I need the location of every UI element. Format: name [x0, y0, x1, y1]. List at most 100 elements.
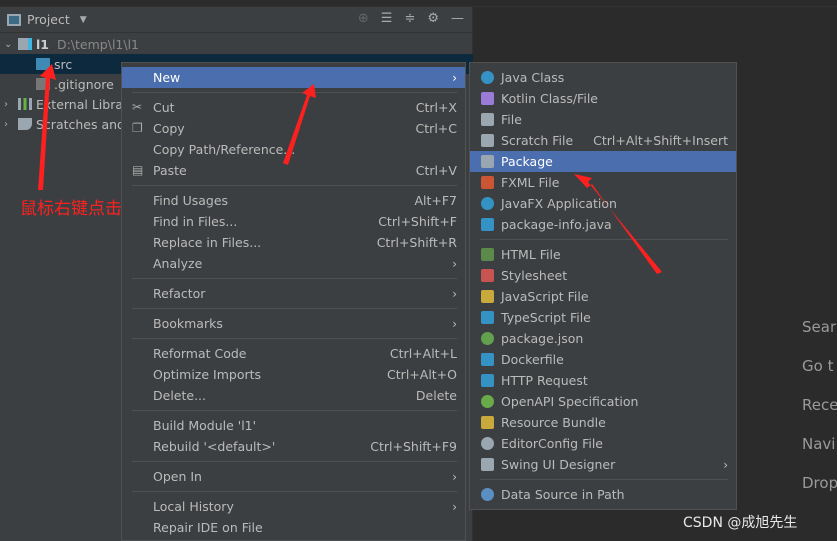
menu-item-kotlin-class-file[interactable]: Kotlin Class/File — [470, 88, 736, 109]
menu-item-label: Cut — [153, 100, 175, 115]
locate-icon[interactable]: ⊕ — [358, 11, 369, 26]
tree-item-label: .gitignore — [54, 76, 114, 92]
menu-item-fxml-file[interactable]: FXML File — [470, 172, 736, 193]
menu-item-http-request[interactable]: HTTP Request — [470, 370, 736, 391]
menu-item-local-history[interactable]: Local History › — [122, 496, 465, 517]
menu-item-html-file[interactable]: HTML File — [470, 244, 736, 265]
chevron-right-icon: › — [452, 70, 457, 85]
menu-item-scratch-file[interactable]: Scratch File Ctrl+Alt+Shift+Insert — [470, 130, 736, 151]
menu-separator — [122, 88, 465, 97]
menu-item-bookmarks[interactable]: Bookmarks › — [122, 313, 465, 334]
menu-item-repair-ide-on-file[interactable]: Repair IDE on File — [122, 517, 465, 538]
chevron-right-icon[interactable]: › — [4, 119, 8, 130]
collapse-all-icon[interactable]: ≑ — [404, 11, 415, 26]
annotation-text: 鼠标右键点击 — [20, 199, 122, 219]
menu-item-swing-ui-designer[interactable]: Swing UI Designer › — [470, 454, 736, 475]
shortcut-label: Ctrl+Shift+R — [376, 235, 457, 250]
menu-item-resource-bundle[interactable]: Resource Bundle — [470, 412, 736, 433]
hint-search: Sear — [802, 318, 837, 336]
hint-drop: Drop — [802, 474, 837, 492]
javafx-icon — [481, 197, 494, 210]
menu-separator — [122, 181, 465, 190]
shortcut-label: Ctrl+V — [415, 163, 457, 178]
menu-item-label: Replace in Files... — [153, 235, 262, 250]
menu-item-package-json[interactable]: package.json — [470, 328, 736, 349]
shortcut-label: Ctrl+X — [415, 100, 457, 115]
hint-navigation: Navi — [802, 435, 836, 453]
menu-item-dockerfile[interactable]: Dockerfile — [470, 349, 736, 370]
menu-item-new[interactable]: New › — [122, 67, 465, 88]
chevron-down-icon[interactable]: ▼ — [80, 15, 87, 25]
menu-item-editorconfig-file[interactable]: EditorConfig File — [470, 433, 736, 454]
chevron-right-icon[interactable]: › — [4, 99, 8, 110]
menu-item-refactor[interactable]: Refactor › — [122, 283, 465, 304]
menu-item-build-module-l1[interactable]: Build Module 'l1' — [122, 415, 465, 436]
menu-item-label: TypeScript File — [501, 310, 591, 325]
menu-item-find-usages[interactable]: Find Usages Alt+F7 — [122, 190, 465, 211]
menu-item-label: Copy Path/Reference... — [153, 142, 296, 157]
shortcut-label: Delete — [415, 388, 457, 403]
shortcut-label: Ctrl+C — [415, 121, 457, 136]
menu-item-label: Scratch File — [501, 133, 574, 148]
menu-item-open-in[interactable]: Open In › — [122, 466, 465, 487]
paste-icon: ▤ — [132, 163, 144, 177]
menu-item-paste[interactable]: ▤ Paste Ctrl+V — [122, 160, 465, 181]
menu-item-javafx-application[interactable]: JavaFX Application — [470, 193, 736, 214]
js-icon — [481, 290, 494, 303]
menu-item-label: Find in Files... — [153, 214, 238, 229]
scratches-icon — [18, 118, 32, 130]
fxml-icon — [481, 176, 494, 189]
new-submenu: Java Class Kotlin Class/File File Scratch F… — [469, 62, 737, 510]
menu-item-label: Delete... — [153, 388, 206, 403]
menu-item-delete[interactable]: Delete... Delete — [122, 385, 465, 406]
menu-item-copy[interactable]: ❐ Copy Ctrl+C — [122, 118, 465, 139]
menu-item-rebuild-default[interactable]: Rebuild '<default>' Ctrl+Shift+F9 — [122, 436, 465, 457]
minimize-icon[interactable]: — — [451, 11, 464, 26]
menu-item-label: Bookmarks — [153, 316, 223, 331]
menu-item-label: package-info.java — [501, 217, 612, 232]
menu-separator — [122, 487, 465, 496]
gitignore-icon — [36, 78, 50, 90]
context-menu: New › ✂ Cut Ctrl+X ❐ Copy Ctrl+C Copy Path/Refer… — [121, 62, 466, 541]
tree-item-label: src — [54, 56, 73, 72]
hint-goto: Go t — [802, 357, 834, 375]
menu-separator — [470, 235, 736, 244]
menu-item-reformat-code[interactable]: Reformat Code Ctrl+Alt+L — [122, 343, 465, 364]
tree-item[interactable]: ⌄ l1 D:\temp\l1\l1 — [0, 34, 473, 54]
gear-icon[interactable]: ⚙ — [427, 11, 439, 26]
menu-item-label: HTTP Request — [501, 373, 588, 388]
menu-item-java-class[interactable]: Java Class — [470, 67, 736, 88]
menu-item-openapi-specification[interactable]: OpenAPI Specification — [470, 391, 736, 412]
database-icon — [481, 488, 494, 501]
project-panel-header[interactable]: Project ▼ ⊕ ☰ ≑ ⚙ — — [0, 7, 472, 33]
kotlin-icon — [481, 92, 494, 105]
openapi-icon — [481, 395, 494, 408]
shortcut-label: Ctrl+Alt+L — [389, 346, 457, 361]
menu-item-javascript-file[interactable]: JavaScript File — [470, 286, 736, 307]
menu-item-find-in-files[interactable]: Find in Files... Ctrl+Shift+F — [122, 211, 465, 232]
menu-item-label: Refactor — [153, 286, 206, 301]
menu-separator — [122, 334, 465, 343]
ts-icon — [481, 311, 494, 324]
menu-item-data-source-in-path[interactable]: Data Source in Path — [470, 484, 736, 505]
expand-all-icon[interactable]: ☰ — [381, 11, 393, 26]
chevron-down-icon[interactable]: ⌄ — [4, 39, 12, 50]
npm-json-icon — [481, 332, 494, 345]
menu-item-analyze[interactable]: Analyze › — [122, 253, 465, 274]
menu-item-typescript-file[interactable]: TypeScript File — [470, 307, 736, 328]
menu-item-cut[interactable]: ✂ Cut Ctrl+X — [122, 97, 465, 118]
chevron-right-icon: › — [723, 457, 728, 472]
menu-item-replace-in-files[interactable]: Replace in Files... Ctrl+Shift+R — [122, 232, 465, 253]
module-icon — [18, 38, 32, 50]
menu-item-package-info-java[interactable]: package-info.java — [470, 214, 736, 235]
menu-item-optimize-imports[interactable]: Optimize Imports Ctrl+Alt+O — [122, 364, 465, 385]
menu-item-stylesheet[interactable]: Stylesheet — [470, 265, 736, 286]
menu-item-copy-path-reference[interactable]: Copy Path/Reference... — [122, 139, 465, 160]
chevron-right-icon: › — [452, 286, 457, 301]
menu-item-file[interactable]: File — [470, 109, 736, 130]
menu-item-label: package.json — [501, 331, 584, 346]
menu-item-package[interactable]: Package — [470, 151, 736, 172]
title-bar — [0, 0, 837, 7]
docker-icon — [481, 353, 494, 366]
scissors-icon: ✂ — [132, 100, 143, 114]
